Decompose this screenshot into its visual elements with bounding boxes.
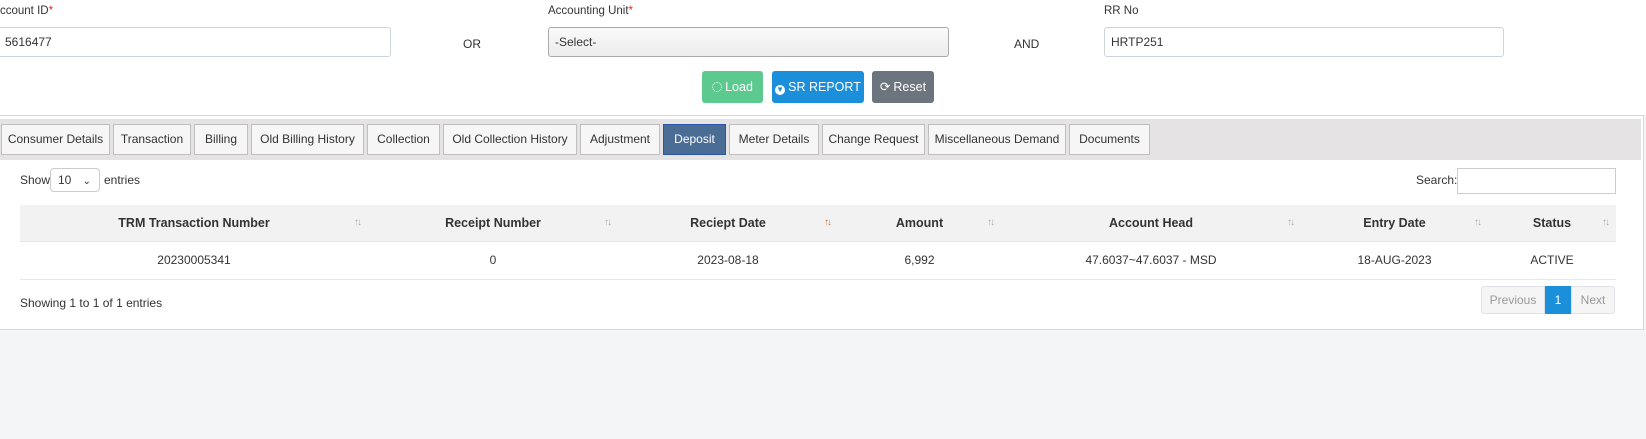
- deposit-table: TRM Transaction Number ↑↓ Receipt Number ↑…: [20, 205, 1616, 280]
- col-trm-transaction-number[interactable]: TRM Transaction Number ↑↓: [20, 205, 368, 241]
- sort-icon: ↑↓: [354, 217, 362, 228]
- tab-old-billing-history[interactable]: Old Billing History: [251, 124, 364, 155]
- rr-no-label: RR No: [1104, 5, 1139, 17]
- load-button[interactable]: Load: [702, 71, 763, 103]
- sort-icon: ↑↓: [1474, 217, 1482, 228]
- table-row: 20230005341 0 2023-08-18 6,992 47.6037~4…: [20, 240, 1616, 280]
- col-status[interactable]: Status ↑↓: [1488, 205, 1616, 241]
- account-id-input[interactable]: 5616477: [0, 27, 391, 57]
- arrow-circle-down-icon: ▼: [775, 85, 786, 95]
- tab-adjustment[interactable]: Adjustment: [580, 124, 660, 155]
- sort-active-icon: ↑↓: [824, 217, 832, 228]
- tab-miscellaneous-demand[interactable]: Miscellaneous Demand: [928, 124, 1066, 155]
- search-label: Search:: [1416, 173, 1458, 187]
- col-account-head[interactable]: Account Head ↑↓: [1001, 205, 1301, 241]
- length-control: Show: [20, 168, 50, 192]
- sr-report-button[interactable]: ▼ SR REPORT: [772, 71, 864, 103]
- rr-no-input[interactable]: HRTP251: [1104, 27, 1504, 57]
- col-receipt-number[interactable]: Receipt Number ↑↓: [368, 205, 618, 241]
- sort-icon: ↑↓: [987, 217, 995, 228]
- pagination-page-1[interactable]: 1: [1545, 286, 1571, 314]
- reset-button[interactable]: ⟳ Reset: [872, 71, 934, 103]
- entries-label: entries: [104, 173, 141, 187]
- cell-status: ACTIVE: [1488, 240, 1616, 280]
- cell-entry-date: 18-AUG-2023: [1301, 240, 1488, 280]
- table-header-row: TRM Transaction Number ↑↓ Receipt Number ↑…: [20, 205, 1616, 241]
- or-text: OR: [463, 37, 481, 51]
- cell-account-head: 47.6037~47.6037 - MSD: [1001, 240, 1301, 280]
- accounting-unit-select[interactable]: -Select-: [548, 27, 949, 57]
- tab-deposit[interactable]: Deposit: [663, 124, 726, 155]
- account-id-label: ccount ID*: [0, 5, 54, 17]
- refresh-icon: ⟳: [879, 80, 891, 94]
- entries-select[interactable]: 10 ⌄: [50, 168, 100, 192]
- cell-trm-transaction-number: 20230005341: [20, 240, 368, 280]
- tab-meter-details[interactable]: Meter Details: [729, 124, 819, 155]
- tab-consumer-details[interactable]: Consumer Details: [1, 124, 110, 155]
- sort-icon: ↑↓: [1602, 217, 1610, 228]
- tab-documents[interactable]: Documents: [1069, 124, 1150, 155]
- col-entry-date[interactable]: Entry Date ↑↓: [1301, 205, 1488, 241]
- table-info: Showing 1 to 1 of 1 entries: [20, 296, 163, 310]
- search-form: ccount ID* 5616477 OR Accounting Unit* -…: [0, 0, 1646, 115]
- cell-amount: 6,992: [838, 240, 1001, 280]
- cell-reciept-date: 2023-08-18: [618, 240, 838, 280]
- cell-receipt-number: 0: [368, 240, 618, 280]
- col-amount[interactable]: Amount ↑↓: [838, 205, 1001, 241]
- chevron-down-icon: ⌄: [82, 176, 91, 187]
- spinner-icon: [712, 82, 723, 92]
- accounting-unit-label: Accounting Unit*: [548, 5, 634, 17]
- tab-change-request[interactable]: Change Request: [822, 124, 925, 155]
- tab-transaction[interactable]: Transaction: [113, 124, 191, 155]
- search-input[interactable]: [1457, 168, 1616, 194]
- pagination-next[interactable]: Next: [1571, 286, 1615, 314]
- tab-old-collection-history[interactable]: Old Collection History: [443, 124, 577, 155]
- sort-icon: ↑↓: [1287, 217, 1295, 228]
- sort-icon: ↑↓: [604, 217, 612, 228]
- tab-billing[interactable]: Billing: [194, 124, 248, 155]
- pagination-previous[interactable]: Previous: [1481, 286, 1545, 314]
- tab-bar: Consumer Details Transaction Billing Old…: [0, 119, 1641, 160]
- show-label: Show: [20, 173, 51, 187]
- and-text: AND: [1014, 37, 1040, 51]
- col-reciept-date[interactable]: Reciept Date ↑↓: [618, 205, 838, 241]
- tab-collection[interactable]: Collection: [367, 124, 440, 155]
